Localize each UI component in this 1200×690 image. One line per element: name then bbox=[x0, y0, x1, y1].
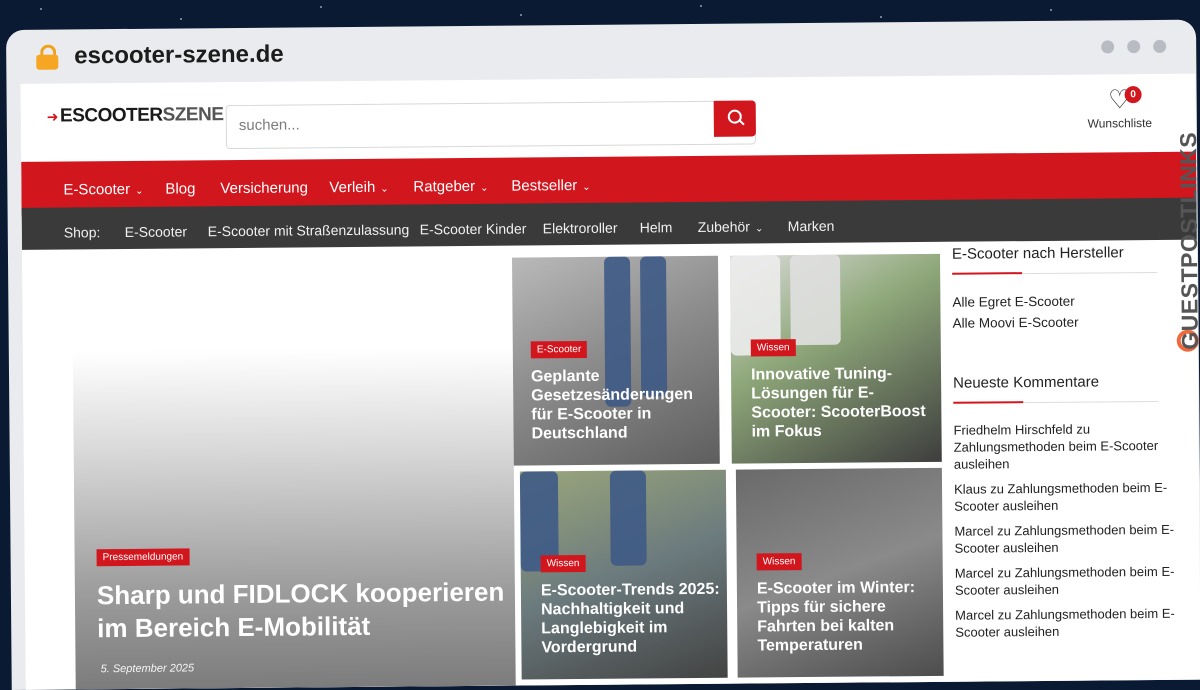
article-title[interactable]: Innovative Tuning-Lösungen für E-Scooter… bbox=[751, 364, 932, 442]
window-dot-icon[interactable] bbox=[1153, 39, 1167, 53]
comment-item[interactable]: Klaus zu Zahlungsmethoden beim E-Scooter… bbox=[954, 479, 1184, 515]
hero-title[interactable]: Sharp und FIDLOCK kooperieren im Bereich… bbox=[97, 576, 508, 646]
web-page: ➜ESCOOTERSZENE ♡ 0 Wunschliste E-Scooter… bbox=[20, 73, 1200, 690]
logo-arrow-icon: ➜ bbox=[46, 108, 59, 125]
shop-item-elektroroller[interactable]: Elektroroller bbox=[543, 220, 618, 237]
shop-item-strassenzulassung[interactable]: E-Scooter mit Straßenzulassung bbox=[208, 221, 410, 239]
chevron-down-icon: ⌄ bbox=[480, 182, 489, 194]
heading-divider bbox=[952, 272, 1023, 275]
category-tag[interactable]: Pressemeldungen bbox=[96, 548, 190, 567]
star bbox=[320, 6, 322, 8]
chevron-down-icon: ⌄ bbox=[135, 185, 144, 197]
article-card[interactable]: Wissen Innovative Tuning-Lösungen für E-… bbox=[729, 253, 942, 464]
manufacturer-link-egret[interactable]: Alle Egret E-Scooter bbox=[952, 293, 1182, 310]
star bbox=[180, 18, 182, 20]
nav-item-bestseller[interactable]: Bestseller ⌄ bbox=[511, 177, 590, 195]
article-title[interactable]: Geplante Gesetzesänderungen für E-Scoote… bbox=[531, 366, 712, 444]
nav-item-e-scooter[interactable]: E-Scooter ⌄ bbox=[63, 181, 143, 199]
nav-item-versicherung[interactable]: Versicherung bbox=[220, 179, 308, 197]
article-title[interactable]: E-Scooter im Winter: Tipps für sichere F… bbox=[757, 578, 938, 656]
site-logo[interactable]: ➜ESCOOTERSZENE bbox=[47, 104, 224, 128]
shop-item-e-scooter[interactable]: E-Scooter bbox=[125, 223, 187, 240]
category-tag[interactable]: E-Scooter bbox=[530, 340, 588, 359]
comment-item[interactable]: Marcel zu Zahlungsmethoden beim E-Scoote… bbox=[954, 521, 1184, 557]
article-card[interactable]: E-Scooter Geplante Gesetzesänderungen fü… bbox=[512, 255, 720, 466]
logo-text-secondary: SZENE bbox=[162, 104, 224, 126]
shop-label: Shop: bbox=[63, 224, 101, 241]
shop-item-kinder[interactable]: E-Scooter Kinder bbox=[420, 220, 527, 237]
scooter-photo bbox=[609, 470, 647, 566]
nav-item-blog[interactable]: Blog bbox=[165, 180, 195, 197]
window-dot-icon[interactable] bbox=[1127, 40, 1141, 54]
category-tag[interactable]: Wissen bbox=[750, 339, 796, 357]
chevron-down-icon: ⌄ bbox=[582, 181, 591, 193]
heart-icon: ♡ bbox=[1107, 84, 1132, 115]
article-title[interactable]: E-Scooter-Trends 2025: Nachhaltigkeit un… bbox=[541, 580, 722, 658]
window-controls bbox=[1101, 39, 1167, 54]
nav-item-ratgeber[interactable]: Ratgeber ⌄ bbox=[413, 178, 488, 196]
heading-divider bbox=[953, 401, 1024, 404]
search-box bbox=[225, 100, 757, 150]
search-input[interactable] bbox=[236, 111, 711, 135]
chevron-down-icon: ⌄ bbox=[754, 223, 764, 235]
star bbox=[880, 16, 882, 18]
star bbox=[1050, 9, 1052, 11]
manufacturers-heading: E-Scooter nach Hersteller bbox=[951, 244, 1124, 263]
article-card[interactable]: Wissen E-Scooter im Winter: Tipps für si… bbox=[735, 467, 944, 678]
shop-item-helm[interactable]: Helm bbox=[640, 219, 673, 235]
category-tag[interactable]: Wissen bbox=[756, 553, 802, 571]
comment-item[interactable]: Marcel zu Zahlungsmethoden beim E-Scoote… bbox=[955, 563, 1185, 599]
hero-date: 5. September 2025 bbox=[100, 662, 195, 676]
nav-item-verleih[interactable]: Verleih ⌄ bbox=[329, 179, 389, 196]
hero-article[interactable]: Pressemeldungen Sharp und FIDLOCK kooper… bbox=[72, 347, 516, 690]
url-text[interactable]: escooter-szene.de bbox=[74, 41, 284, 71]
wishlist-button[interactable]: ♡ 0 Wunschliste bbox=[1085, 84, 1155, 131]
lock-icon bbox=[36, 44, 59, 70]
comments-heading: Neueste Kommentare bbox=[953, 373, 1100, 392]
comment-item[interactable]: Marcel zu Zahlungsmethoden beim E-Scoote… bbox=[955, 605, 1185, 641]
heading-divider bbox=[1023, 400, 1159, 404]
scooter-photo bbox=[789, 254, 841, 346]
star bbox=[700, 5, 702, 7]
browser-window: escooter-szene.de ➜ESCOOTERSZENE ♡ 0 Wun… bbox=[6, 19, 1200, 690]
article-card[interactable]: Wissen E-Scooter-Trends 2025: Nachhaltig… bbox=[519, 469, 728, 680]
search-button[interactable] bbox=[713, 100, 756, 137]
category-tag[interactable]: Wissen bbox=[540, 554, 586, 573]
watermark-text: GUESTPOSTLINKS bbox=[1174, 131, 1200, 350]
shop-navigation: Shop: E-Scooter E-Scooter mit Straßenzul… bbox=[21, 197, 1197, 250]
sidebar: E-Scooter nach Hersteller Alle Egret E-S… bbox=[952, 244, 1185, 641]
shop-item-zubehoer[interactable]: Zubehör ⌄ bbox=[698, 218, 764, 235]
star bbox=[40, 8, 42, 10]
wishlist-count-badge: 0 bbox=[1124, 86, 1142, 104]
guestpostlinks-watermark: GUESTPOSTLINKS bbox=[1172, 80, 1200, 380]
chevron-down-icon: ⌄ bbox=[380, 183, 389, 195]
shop-item-marken[interactable]: Marken bbox=[788, 218, 835, 234]
wishlist-label: Wunschliste bbox=[1087, 116, 1153, 131]
comment-item[interactable]: Friedhelm Hirschfeld zu Zahlungsmethoden… bbox=[953, 420, 1183, 473]
logo-text: ESCOOTER bbox=[59, 104, 163, 127]
star bbox=[520, 14, 522, 16]
manufacturer-link-moovi[interactable]: Alle Moovi E-Scooter bbox=[953, 314, 1183, 331]
heading-divider bbox=[1022, 271, 1158, 275]
window-dot-icon[interactable] bbox=[1101, 40, 1115, 54]
